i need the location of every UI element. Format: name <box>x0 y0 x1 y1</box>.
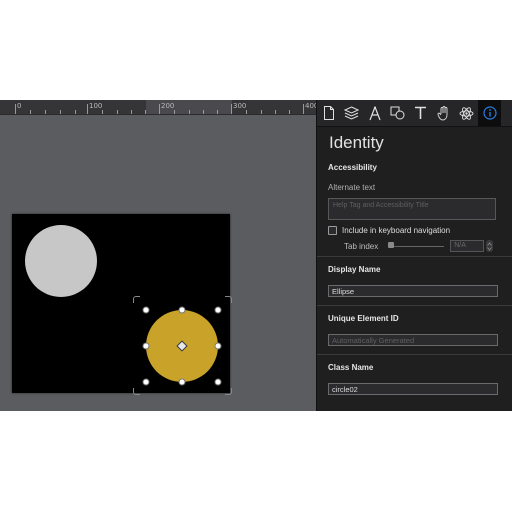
resize-handle-bottom-left[interactable] <box>142 378 150 386</box>
rotation-corner-top-right[interactable] <box>225 296 232 303</box>
canvas-area[interactable]: 0 100 200 300 400 <box>0 100 318 411</box>
resize-handle-bottom-right[interactable] <box>214 378 222 386</box>
stepper-arrows-icon <box>487 241 493 251</box>
horizontal-ruler: 0 100 200 300 400 <box>0 100 318 115</box>
rotation-corner-bottom-left[interactable] <box>133 388 140 395</box>
accessibility-section: Accessibility Alternate text Help Tag an… <box>317 155 512 257</box>
tab-index-stepper[interactable] <box>486 240 494 252</box>
unique-element-id-field[interactable]: Automatically Generated <box>328 334 498 346</box>
tab-index-label: Tab index <box>344 241 379 251</box>
resize-handle-top-left[interactable] <box>142 306 150 314</box>
app-window: 0 100 200 300 400 Identity Accessibility… <box>0 100 512 411</box>
ruler-ticks <box>15 104 304 114</box>
keyboard-navigation-row[interactable]: Include in keyboard navigation <box>328 226 502 235</box>
slider-knob[interactable] <box>388 242 395 248</box>
display-name-section: Display Name Ellipse <box>317 257 512 306</box>
class-name-field[interactable]: circle02 <box>328 383 498 395</box>
unique-element-id-heading: Unique Element ID <box>328 314 399 323</box>
artboard[interactable] <box>12 214 232 395</box>
info-icon[interactable] <box>478 100 501 126</box>
slider-track <box>388 246 445 247</box>
class-name-section: Class Name circle02 <box>317 355 512 403</box>
unique-element-id-section: Unique Element ID Automatically Generate… <box>317 306 512 355</box>
ruler-label-300: 300 <box>233 102 247 110</box>
display-name-heading: Display Name <box>328 265 381 274</box>
atom-icon[interactable] <box>455 100 478 126</box>
panel-title: Identity <box>329 133 384 152</box>
class-name-heading: Class Name <box>328 363 374 372</box>
rotation-corner-bottom-right[interactable] <box>225 388 232 395</box>
ruler-label-0: 0 <box>17 102 22 110</box>
ruler-label-100: 100 <box>89 102 103 110</box>
tab-index-field[interactable]: N/A <box>450 240 485 252</box>
document-icon[interactable] <box>317 100 340 126</box>
text-icon[interactable] <box>409 100 432 126</box>
layers-icon[interactable] <box>340 100 363 126</box>
inspector-panel: Identity Accessibility Alternate text He… <box>316 100 512 411</box>
resize-handle-top[interactable] <box>178 306 186 314</box>
resize-handle-bottom[interactable] <box>178 378 186 386</box>
tab-index-row: Tab index N/A <box>328 240 502 252</box>
keyboard-navigation-label: Include in keyboard navigation <box>342 226 451 235</box>
pen-icon[interactable] <box>363 100 386 126</box>
resize-handle-left[interactable] <box>142 342 150 350</box>
alternate-text-label: Alternate text <box>328 183 376 192</box>
shapes-icon[interactable] <box>386 100 409 126</box>
tab-index-slider[interactable] <box>388 242 445 250</box>
gray-circle-shape[interactable] <box>25 225 97 297</box>
rotation-corner-top-left[interactable] <box>133 296 140 303</box>
display-name-field[interactable]: Ellipse <box>328 285 498 297</box>
accessibility-heading: Accessibility <box>328 163 377 172</box>
resize-handle-top-right[interactable] <box>214 306 222 314</box>
ruler-label-200: 200 <box>161 102 175 110</box>
resize-handle-right[interactable] <box>214 342 222 350</box>
alternate-text-input[interactable]: Help Tag and Accessibility Title <box>328 198 496 220</box>
hand-icon[interactable] <box>432 100 455 126</box>
keyboard-navigation-checkbox[interactable] <box>328 226 337 235</box>
inspector-tab-bar <box>317 100 512 127</box>
